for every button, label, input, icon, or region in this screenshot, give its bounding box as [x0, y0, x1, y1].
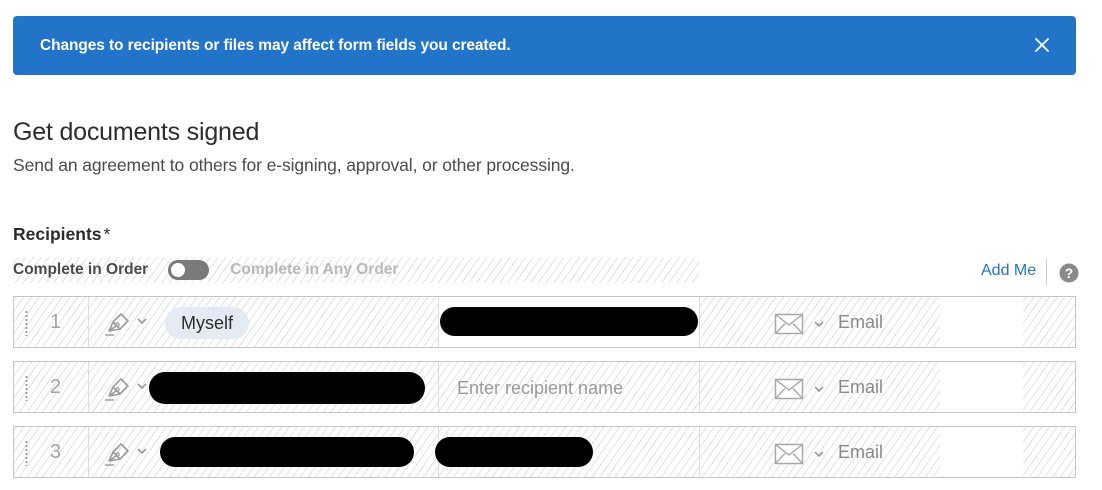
divider [1046, 259, 1047, 285]
banner-message: Changes to recipients or files may affec… [40, 36, 511, 54]
close-icon[interactable] [1032, 35, 1052, 55]
complete-in-any-order-label: Complete in Any Order [230, 261, 399, 278]
drag-handle[interactable] [25, 310, 28, 336]
recipient-row-2: 2 Email [13, 361, 1076, 413]
recipient-row-3: 3 Email [13, 426, 1076, 478]
chevron-down-icon [814, 451, 824, 458]
drag-handle[interactable] [25, 375, 28, 401]
recipient-number-cell: 2 [14, 362, 89, 412]
chevron-down-icon [814, 321, 824, 328]
chip-label: Myself [181, 312, 234, 333]
chevron-down-icon[interactable] [136, 316, 148, 326]
recipient-chip-myself[interactable]: Myself [165, 307, 250, 339]
completion-order-toggle[interactable] [168, 260, 210, 280]
toggle-knob [171, 263, 186, 277]
recipient-email-cell [89, 427, 439, 477]
row-end-cell [1023, 362, 1075, 412]
page-subtitle: Send an agreement to others for e-signin… [13, 155, 575, 175]
recipient-email-cell: Myself [89, 297, 439, 347]
authentication-cell: Email [700, 427, 940, 477]
signer-pen-icon[interactable] [103, 439, 133, 467]
recipients-label-text: Recipients [13, 224, 102, 244]
recipient-row-1: 1 Myself Email [13, 296, 1076, 348]
recipient-number: 1 [50, 311, 62, 333]
recipients-label: Recipients * [13, 224, 110, 245]
required-mark: * [103, 224, 111, 244]
chevron-down-icon[interactable] [136, 446, 148, 456]
authentication-label: Email [838, 442, 884, 462]
recipient-number-cell: 3 [14, 427, 89, 477]
redacted-email [160, 437, 414, 467]
drag-handle[interactable] [25, 440, 28, 466]
recipient-name-cell [439, 297, 700, 347]
redacted-email [149, 372, 425, 404]
add-me-link[interactable]: Add Me [981, 262, 1036, 280]
recipient-email-chip[interactable] [149, 372, 425, 404]
signer-pen-icon[interactable] [103, 374, 133, 402]
email-icon [774, 443, 804, 465]
row-end-cell [1023, 427, 1075, 477]
recipient-number: 2 [50, 376, 62, 398]
authentication-cell: Email [700, 297, 940, 347]
svg-text:?: ? [1065, 266, 1073, 281]
recipient-name-cell [435, 427, 700, 477]
info-banner: Changes to recipients or files may affec… [13, 16, 1076, 75]
complete-in-order-label: Complete in Order [13, 261, 149, 278]
chevron-down-icon[interactable] [136, 381, 148, 391]
email-icon [774, 378, 804, 400]
redacted-name [440, 307, 698, 336]
row-end-cell [1023, 297, 1075, 347]
authentication-label: Email [838, 312, 884, 332]
completion-order-control: Complete in Order Complete in Any Order [13, 257, 699, 283]
redacted-name [435, 437, 593, 467]
email-icon [774, 313, 804, 335]
authentication-label: Email [838, 377, 884, 397]
page-title: Get documents signed [13, 118, 260, 146]
recipient-name-cell [439, 362, 700, 412]
chevron-down-icon [814, 386, 824, 393]
help-icon[interactable]: ? [1059, 263, 1079, 283]
recipient-name-input[interactable] [457, 374, 687, 402]
signer-pen-icon[interactable] [103, 309, 133, 337]
authentication-cell: Email [700, 362, 940, 412]
recipient-email-cell [89, 362, 439, 412]
recipient-number-cell: 1 [14, 297, 89, 347]
recipient-number: 3 [50, 441, 62, 463]
